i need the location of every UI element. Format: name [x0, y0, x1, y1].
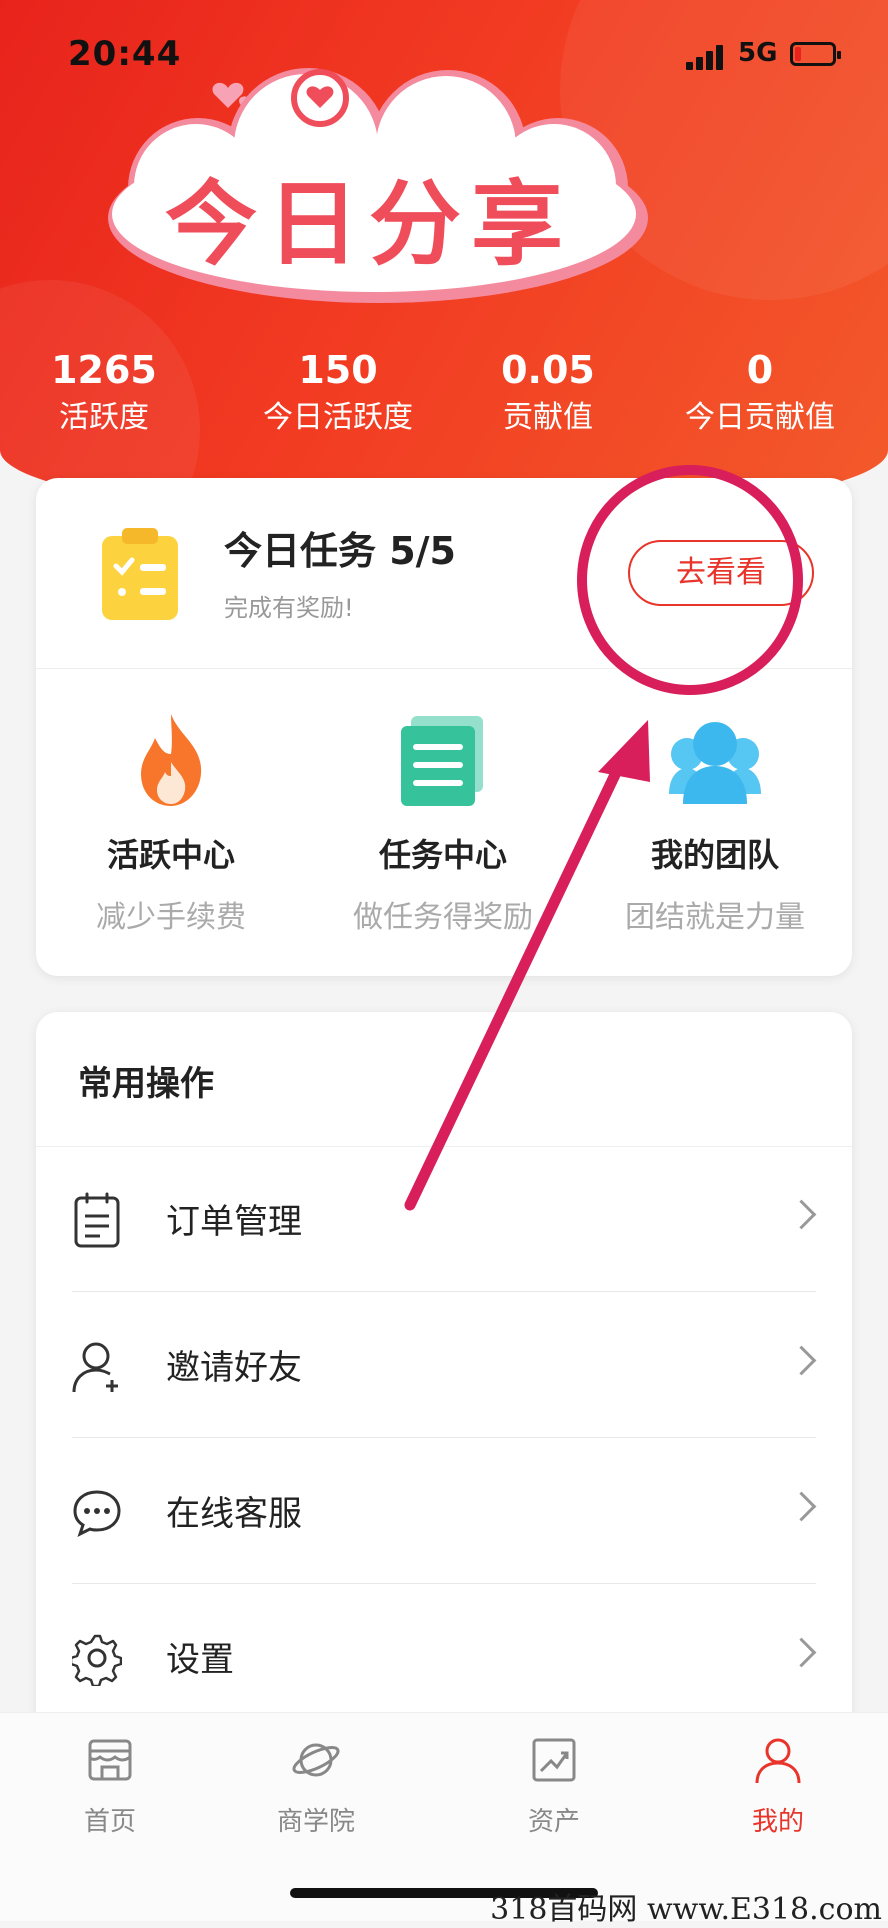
common-operations-card: 常用操作 订单管理 邀请好友 在线客服 设置 — [36, 1012, 852, 1772]
stat-activity: 1265 活跃度 — [0, 345, 208, 441]
settings-row[interactable]: 设置 — [36, 1584, 852, 1730]
stat-value: 0 — [746, 348, 774, 392]
gear-icon — [72, 1634, 122, 1686]
online-service-row[interactable]: 在线客服 — [36, 1438, 852, 1584]
stats-row: 1265 活跃度 150 今日活跃度 0.05 贡献值 0 今日贡献值 — [0, 345, 888, 445]
stat-label: 今日贡献值 — [685, 400, 835, 435]
row-label: 设置 — [166, 1640, 234, 1680]
chevron-right-icon — [786, 1345, 817, 1376]
person-icon — [755, 1738, 801, 1784]
stat-label: 今日活跃度 — [263, 400, 413, 435]
add-user-icon — [72, 1342, 118, 1393]
section-title: 常用操作 — [78, 1064, 214, 1104]
center-subtitle: 减少手续费 — [96, 900, 246, 935]
row-label: 邀请好友 — [166, 1348, 302, 1388]
stat-value: 1265 — [51, 348, 157, 392]
watermark: 318首码网 www.E318.com — [490, 1892, 882, 1927]
tab-label: 商学院 — [276, 1807, 355, 1837]
tab-home[interactable]: 首页 — [30, 1735, 190, 1838]
task-center-item[interactable]: 任务中心 做任务得奖励 — [308, 710, 578, 936]
signal-icon — [686, 44, 724, 70]
stat-value: 150 — [298, 348, 378, 392]
stat-label: 活跃度 — [59, 400, 149, 435]
stat-contribution: 0.05 贡献值 — [448, 345, 648, 441]
center-subtitle: 做任务得奖励 — [353, 900, 533, 935]
stat-today-contribution: 0 今日贡献值 — [660, 345, 860, 441]
tab-label: 首页 — [83, 1807, 136, 1837]
network-label: 5G — [738, 38, 778, 68]
my-team-item[interactable]: 我的团队 团结就是力量 — [580, 710, 850, 936]
chat-bubble-icon — [73, 1490, 121, 1537]
tab-business-school[interactable]: 商学院 — [236, 1735, 396, 1838]
store-icon — [88, 1739, 132, 1781]
task-card: 今日任务 5/5 完成有奖励! 去看看 活跃中心 减少手续费 任务中心 做任务得… — [36, 478, 852, 976]
center-title: 活跃中心 — [106, 836, 235, 874]
stat-label: 贡献值 — [503, 400, 593, 435]
row-label: 订单管理 — [166, 1202, 302, 1242]
go-see-button[interactable]: 去看看 — [628, 540, 814, 606]
row-label: 在线客服 — [166, 1494, 302, 1534]
document-stack-icon — [401, 716, 483, 806]
chevron-right-icon — [786, 1491, 817, 1522]
tab-assets[interactable]: 资产 — [474, 1735, 634, 1838]
tab-label: 资产 — [527, 1807, 580, 1837]
chevron-right-icon — [786, 1199, 817, 1230]
banner-title: 今日分享 — [165, 171, 574, 278]
stat-value: 0.05 — [501, 348, 595, 392]
flame-icon — [141, 714, 202, 806]
activity-center-item[interactable]: 活跃中心 减少手续费 — [36, 710, 306, 936]
divider — [36, 668, 852, 669]
invite-friends-row[interactable]: 邀请好友 — [36, 1292, 852, 1438]
task-list-icon — [102, 528, 178, 620]
chevron-right-icon — [786, 1637, 817, 1668]
task-title: 今日任务 5/5 — [224, 529, 456, 573]
team-icon — [669, 722, 761, 804]
center-title: 我的团队 — [650, 836, 779, 874]
planet-icon — [292, 1743, 340, 1777]
task-subtitle: 完成有奖励! — [224, 594, 354, 622]
battery-icon — [790, 42, 841, 66]
center-subtitle: 团结就是力量 — [625, 900, 805, 935]
tab-label: 我的 — [751, 1807, 804, 1837]
chart-icon — [532, 1738, 576, 1782]
stat-today-activity: 150 今日活跃度 — [238, 345, 438, 441]
clipboard-icon — [74, 1192, 120, 1248]
tab-mine[interactable]: 我的 — [698, 1735, 858, 1838]
order-management-row[interactable]: 订单管理 — [36, 1146, 852, 1292]
center-title: 任务中心 — [378, 836, 507, 874]
